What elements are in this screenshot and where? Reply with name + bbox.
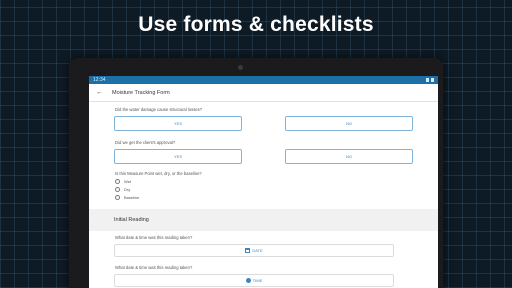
radio-wet[interactable]: Wet — [89, 177, 438, 185]
radio-label-baseline: Baseline — [124, 194, 140, 200]
structural-no-button[interactable]: NO — [285, 116, 413, 131]
approval-no-button[interactable]: NO — [285, 149, 413, 164]
status-time: 12:34 — [93, 77, 106, 83]
form-title: Moisture Tracking Form — [112, 89, 170, 96]
radio-label-wet: Wet — [124, 178, 132, 184]
question-structural: Did the water damage cause structural lo… — [115, 107, 203, 112]
question-time: What date & time was this reading taken? — [115, 265, 193, 270]
radio-baseline[interactable]: Baseline — [89, 193, 438, 201]
radio-circle-icon[interactable] — [115, 186, 120, 192]
date-button[interactable]: DATE — [114, 244, 394, 257]
approval-options: YES NO — [89, 149, 438, 164]
camera-dot — [238, 65, 243, 70]
time-button[interactable]: TIME — [114, 274, 394, 287]
structural-yes-button[interactable]: YES — [114, 116, 242, 131]
radio-circle-icon[interactable] — [115, 194, 120, 200]
status-bar: 12:34 — [89, 76, 438, 84]
signal-icon — [426, 78, 429, 82]
section-initial-reading: Initial Reading — [89, 209, 438, 231]
page-headline: Use forms & checklists — [138, 13, 374, 36]
tablet-screen: 12:34 ← Moisture Tracking Form Did the w… — [89, 76, 438, 288]
time-button-label: TIME — [252, 278, 263, 283]
form-content: Did the water damage cause structural lo… — [89, 106, 438, 287]
arrow-left-icon[interactable]: ← — [96, 89, 103, 96]
battery-icon — [431, 78, 434, 82]
calendar-icon — [245, 248, 251, 253]
approval-yes-button[interactable]: YES — [114, 149, 242, 164]
question-measure-point: Is this Measure Point wet, dry, or the b… — [115, 171, 202, 176]
question-date: What date & time was this reading taken? — [115, 235, 193, 240]
question-approval: Did we get the client's approval? — [115, 140, 176, 145]
status-icons — [426, 78, 434, 82]
date-button-label: DATE — [252, 248, 263, 253]
clock-icon — [245, 278, 251, 283]
radio-dry[interactable]: Dry — [89, 185, 438, 193]
radio-circle-icon[interactable] — [115, 178, 120, 184]
app-bar: ← Moisture Tracking Form — [89, 84, 438, 102]
radio-label-dry: Dry — [124, 186, 131, 192]
structural-options: YES NO — [89, 116, 438, 131]
